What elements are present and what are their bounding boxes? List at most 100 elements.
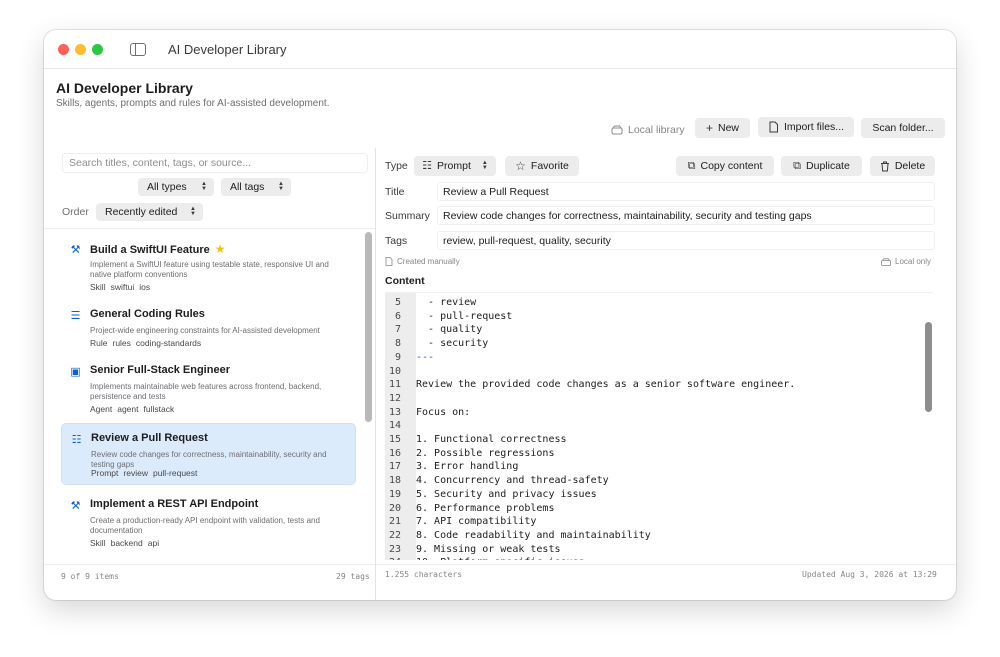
type-filter-value: All types (147, 181, 187, 193)
item-type-tag: Skill (90, 282, 106, 292)
item-description: Implement a SwiftUI feature using testab… (90, 260, 329, 279)
delete-button[interactable]: Delete (870, 156, 935, 176)
line-number: 17 (388, 461, 401, 473)
favorite-button[interactable]: ☆ Favorite (505, 156, 579, 176)
tag-filter-value: All tags (230, 181, 265, 193)
summary-label: Summary (385, 210, 430, 222)
line-text: 8. Code readability and maintainability (416, 529, 651, 541)
character-count: 1.255 characters (385, 570, 463, 579)
item-tags: Rule rules coding-standards (90, 338, 206, 348)
scan-folder-button[interactable]: Scan folder... (861, 118, 945, 138)
item-tag: pull-request (152, 468, 198, 478)
line-number: 7 (394, 324, 401, 336)
zoom-window-button[interactable] (92, 44, 103, 55)
duplicate-button[interactable]: ⧉ Duplicate (781, 156, 862, 176)
item-type-tag: Prompt (91, 468, 119, 478)
list-scrollbar[interactable] (365, 232, 372, 422)
type-label: Type (385, 160, 408, 172)
item-tag: fullstack (143, 404, 175, 414)
list-footer-divider (44, 564, 375, 565)
storage-info: Local only (881, 257, 931, 266)
favorite-button-label: Favorite (530, 160, 569, 172)
line-number: 20 (388, 502, 401, 514)
line-text: - review (416, 297, 477, 308)
line-number: 24 (385, 556, 401, 560)
tag-filter-select[interactable]: All tags ▲ ▼ (221, 178, 291, 196)
item-description: Review code changes for correctness, mai… (91, 450, 327, 469)
title-bar: AI Developer Library (44, 30, 956, 69)
split-divider[interactable] (375, 148, 376, 600)
list-item[interactable]: ☰ General Coding Rules Project-wide engi… (61, 300, 356, 352)
editor-scrollbar[interactable] (925, 322, 932, 412)
item-tag: ios (139, 282, 151, 292)
item-tag: swiftui (110, 282, 135, 292)
content-editor[interactable]: 5 - review 6 - pull-request 7 - quality 8 -… (385, 292, 933, 560)
tag-count: 29 tags (336, 572, 370, 581)
import-files-button[interactable]: Import files... (758, 117, 854, 137)
item-list[interactable]: ⚒ Build a SwiftUI Feature ★ Implement a S… (61, 232, 357, 564)
tags-label: Tags (385, 235, 408, 247)
order-label: Order (62, 206, 89, 218)
line-text: 7. API compatibility (416, 516, 537, 528)
tags-field[interactable] (437, 231, 935, 250)
star-outline-icon: ☆ (515, 159, 526, 173)
list-item-selected[interactable]: ☷ Review a Pull Request Review code chan… (61, 423, 356, 485)
minimize-window-button[interactable] (75, 44, 86, 55)
item-title: Implement a REST API Endpoint (90, 498, 259, 510)
creation-info: Created manually (385, 257, 460, 266)
scan-folder-label: Scan folder... (872, 122, 934, 134)
line-number: 13 (388, 406, 401, 418)
document-icon (769, 121, 778, 133)
creation-text: Created manually (397, 257, 460, 266)
line-text: - security (416, 338, 489, 350)
content-label: Content (385, 275, 425, 287)
copy-content-button[interactable]: ⧉ Copy content (676, 156, 774, 176)
chevron-up-down-icon: ▲ ▼ (201, 181, 207, 192)
list-item[interactable]: ⚒ Build a SwiftUI Feature ★ Implement a S… (61, 234, 356, 296)
new-button-label: New (718, 122, 740, 134)
line-text: 4. Concurrency and thread-safety (416, 475, 609, 487)
line-number: 8 (394, 338, 401, 350)
line-text: Focus on: (416, 406, 471, 418)
line-text: 3. Error handling (416, 461, 519, 473)
item-tag: api (147, 538, 160, 548)
type-filter-select[interactable]: All types ▲ ▼ (138, 178, 214, 196)
line-text: --- (416, 351, 435, 363)
line-number: 18 (388, 475, 401, 487)
line-number: 6 (394, 310, 401, 322)
favorite-star-icon: ★ (214, 242, 226, 256)
item-tag: coding-standards (135, 338, 202, 348)
chevron-up-down-icon: ▲ ▼ (190, 206, 196, 217)
library-status-label: Local library (628, 124, 685, 136)
line-number: 5 (394, 297, 401, 308)
type-select-value: Prompt (437, 160, 471, 172)
page-subtitle: Skills, agents, prompts and rules for AI… (56, 98, 330, 109)
line-number: 15 (388, 434, 401, 445)
new-button[interactable]: + New (695, 118, 750, 138)
plus-icon: + (705, 121, 713, 135)
item-tags: Skill swiftui ios (90, 282, 155, 292)
item-title: General Coding Rules (90, 308, 205, 320)
order-select[interactable]: Recently edited ▲ ▼ (96, 203, 203, 221)
sidebar-toggle-icon[interactable] (130, 43, 146, 56)
window-title: AI Developer Library (168, 42, 287, 57)
item-tags: Prompt review pull-request (91, 468, 202, 478)
import-files-label: Import files... (783, 121, 845, 133)
item-title: Senior Full-Stack Engineer (90, 364, 230, 376)
line-text: - quality (416, 324, 483, 336)
summary-field[interactable] (437, 206, 935, 225)
search-input[interactable] (62, 153, 368, 173)
line-text: 6. Performance problems (416, 502, 555, 514)
item-type-tag: Agent (90, 404, 113, 414)
list-item[interactable]: ▣ Senior Full-Stack Engineer Implements … (61, 356, 356, 418)
type-select[interactable]: ☷ Prompt ▲ ▼ (414, 156, 496, 176)
line-number: 11 (388, 379, 401, 391)
title-field[interactable] (437, 182, 935, 201)
line-text: Review the provided code changes as a se… (416, 379, 796, 391)
list-item[interactable]: ⚒ Implement a REST API Endpoint Create a… (61, 490, 356, 552)
chevron-up-down-icon: ▲ ▼ (278, 181, 284, 192)
item-type-tag: Rule (90, 338, 108, 348)
close-window-button[interactable] (58, 44, 69, 55)
storage-text: Local only (895, 257, 932, 266)
hammer-icon: ⚒ (70, 244, 81, 256)
